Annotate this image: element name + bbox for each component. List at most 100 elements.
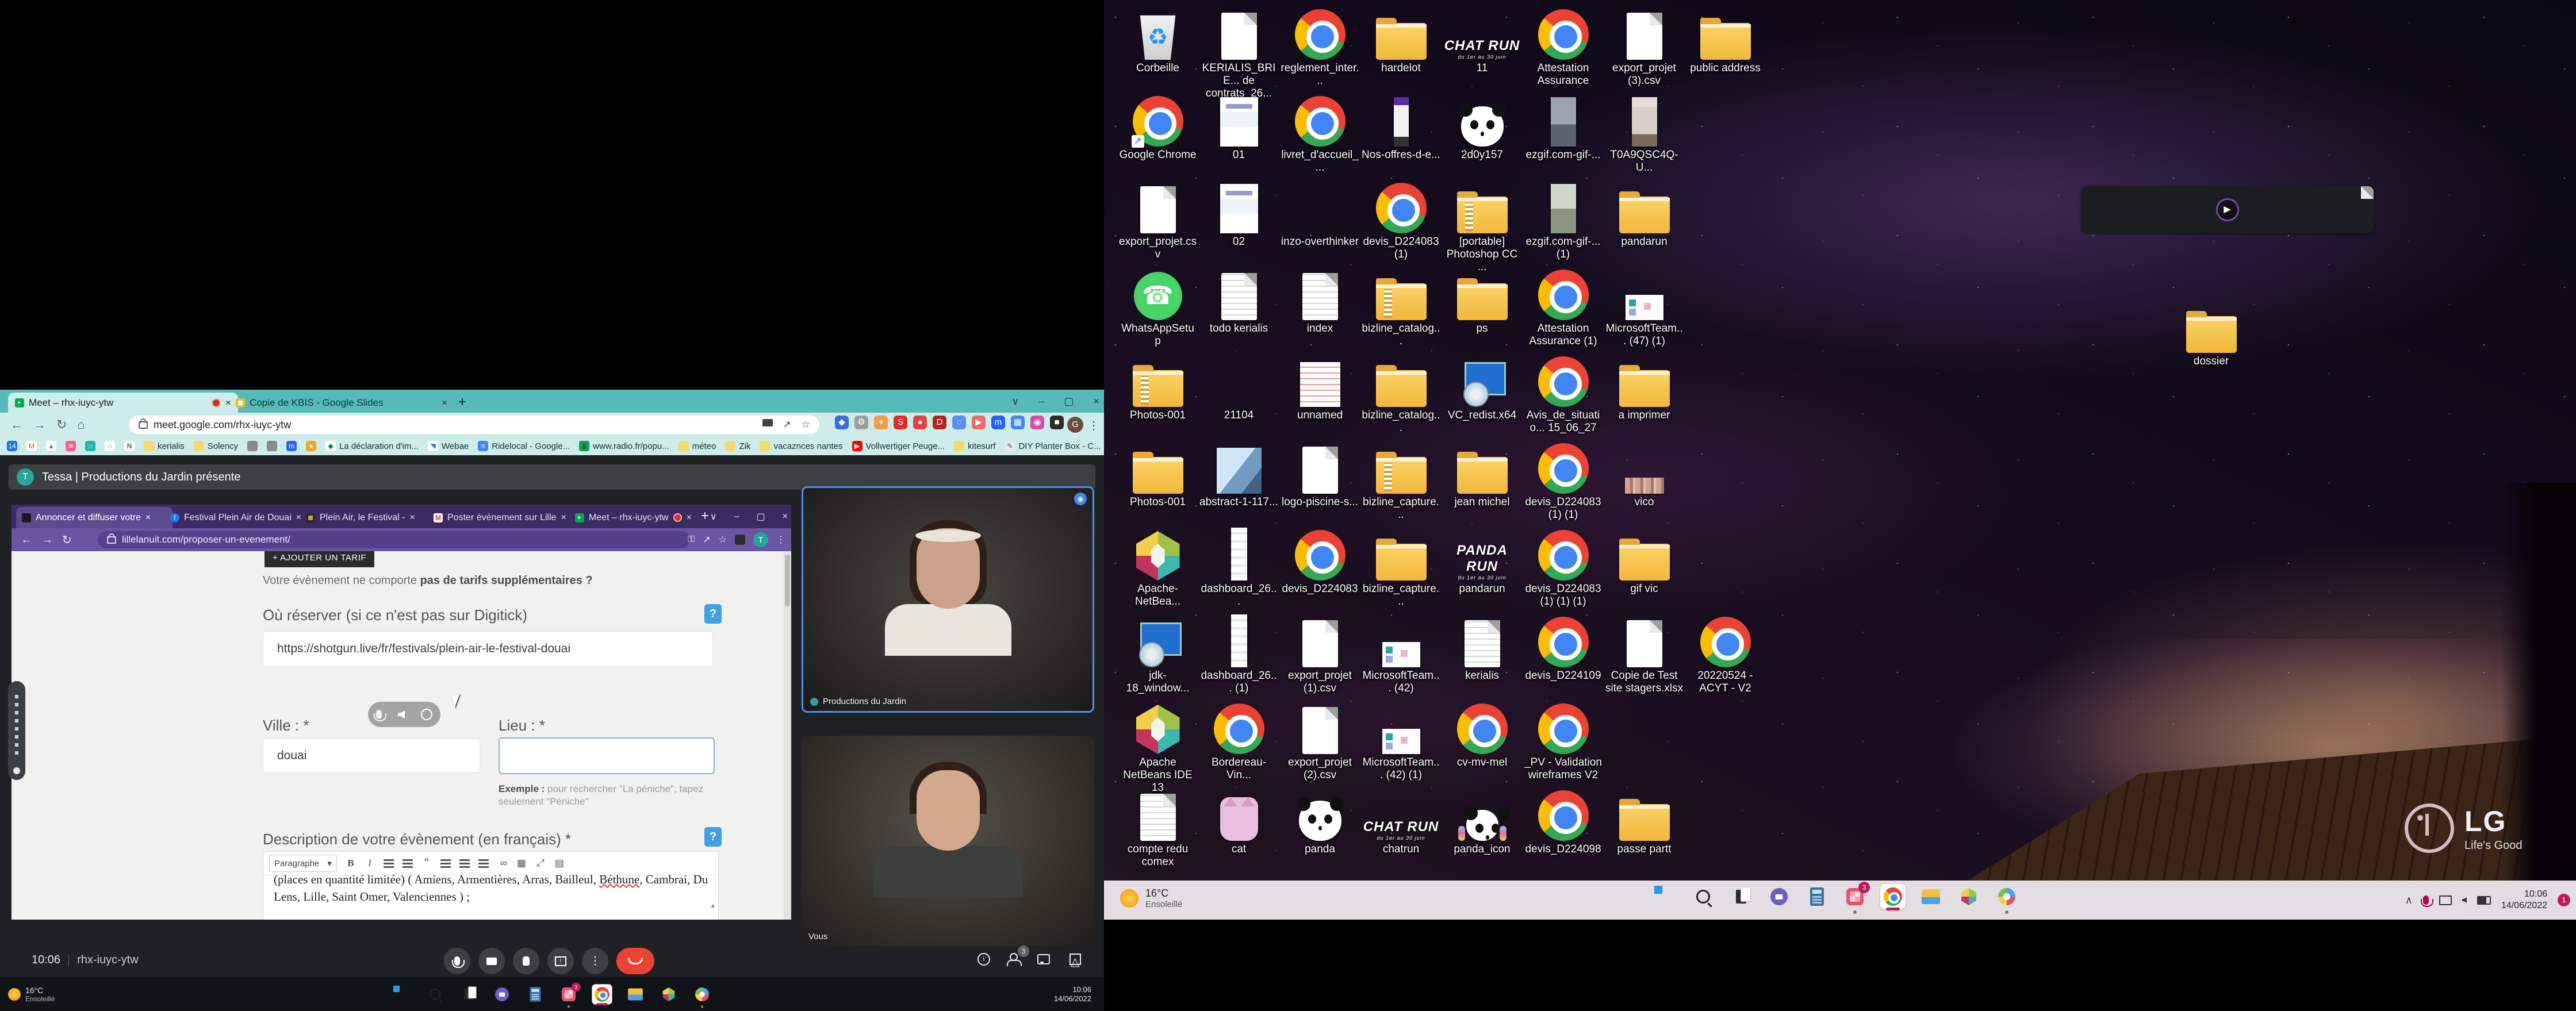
end-call-button[interactable]	[616, 948, 654, 974]
desktop-icon[interactable]: CHAT RUNdu 1er au 30 juinchatrun	[1360, 787, 1442, 872]
desktop-icon[interactable]: logo-piscine-s...	[1279, 440, 1360, 525]
close-icon[interactable]: ×	[1093, 395, 1099, 408]
battery-icon[interactable]	[2477, 896, 2491, 905]
desktop-icon[interactable]: ▶inzo-overthinker	[1279, 179, 1360, 264]
desktop-icon[interactable]: export_projet.csv	[1117, 179, 1198, 264]
taskbar-chrome-icon[interactable]	[592, 984, 612, 1004]
inner-browser-tab[interactable]: Plein Air, le Festival -×	[300, 507, 436, 528]
taskbar-paint-icon[interactable]	[692, 984, 712, 1004]
tab-close-icon[interactable]: ×	[561, 513, 566, 523]
desktop-icon[interactable]: Apache NetBeans IDE 13	[1117, 700, 1198, 785]
desktop-icon[interactable]: Attestation Assurance (1)	[1523, 266, 1604, 351]
bookmark-item[interactable]: ▶Vollwertiger Peuge...	[852, 441, 945, 451]
bookmark-item[interactable]: N	[124, 441, 135, 451]
quote-button[interactable]: “	[421, 860, 432, 866]
desktop-icon[interactable]: jdk-18_window...	[1117, 613, 1198, 698]
display-icon[interactable]	[2439, 895, 2452, 905]
source-button[interactable]: ▤	[554, 858, 565, 869]
key-icon[interactable]: ⚿	[688, 535, 695, 545]
desktop-icon[interactable]: ♻Corbeille	[1117, 6, 1198, 91]
taskbar-chat-icon[interactable]	[1766, 884, 1792, 909]
link-button[interactable]: ∞	[497, 858, 508, 869]
hidden-icons-chevron[interactable]: ∧	[2405, 894, 2413, 906]
collapsed-side-panel[interactable]	[8, 681, 25, 780]
desktop-icon[interactable]: dashboard_26...	[1198, 526, 1279, 612]
taskbar-calculator-icon[interactable]	[525, 984, 545, 1004]
bookmark-item[interactable]	[247, 441, 258, 451]
desktop-icon[interactable]: ps	[1442, 266, 1523, 351]
tab-close-icon[interactable]: ×	[442, 397, 447, 409]
taskbar-start-icon[interactable]	[392, 984, 412, 1004]
inner-share-icon[interactable]: ↗	[703, 534, 710, 545]
video-tile-presenter[interactable]: ◉ Productions du Jardin	[802, 486, 1094, 713]
tab-close-icon[interactable]: ×	[687, 513, 692, 523]
more-button[interactable]: ⋮	[582, 948, 608, 974]
bookmark-item[interactable]: kitesurf	[954, 441, 995, 451]
desktop-icon[interactable]: export_projet (1).csv	[1279, 613, 1360, 698]
desktop-icon[interactable]: Nos-offres-d-e...	[1360, 93, 1442, 178]
weather-widget[interactable]: 16°CEnsoleillé	[8, 986, 55, 1003]
desktop-icon[interactable]: jean michel	[1442, 440, 1523, 525]
activities-icon[interactable]: △	[1070, 954, 1081, 965]
desktop-icon[interactable]: passe partt	[1604, 787, 1685, 872]
minimize-icon[interactable]: –	[1038, 395, 1044, 408]
menu-chevron-icon[interactable]: ∨	[710, 511, 717, 522]
bookmark-item[interactable]: ◆La déclaration d'im...	[325, 441, 419, 451]
bookmark-item[interactable]: m	[286, 441, 297, 451]
desktop-icon[interactable]: abstract-1-117...	[1198, 440, 1279, 525]
desktop-icon[interactable]: export_projet (3).csv	[1604, 6, 1685, 91]
desktop-icon[interactable]: bizline_catalog...	[1360, 266, 1442, 351]
where-book-input[interactable]: https://shotgun.live/fr/festivals/plein-…	[263, 631, 713, 667]
page-scrollbar[interactable]	[784, 551, 791, 920]
align-left-button[interactable]	[440, 859, 451, 861]
bold-button[interactable]: B	[346, 858, 356, 869]
chat-icon[interactable]	[1037, 954, 1050, 964]
bookmark-item[interactable]: ∩	[105, 441, 115, 451]
desktop-icon[interactable]: MicrosoftTeam... (42)	[1360, 613, 1442, 698]
desktop-icon[interactable]: Avis_de_situatio... 15_06_27	[1523, 353, 1604, 438]
add-tarif-button[interactable]: + AJOUTER UN TARIF	[264, 551, 374, 567]
reload-icon[interactable]: ↻	[56, 417, 67, 432]
raise-hand-button[interactable]	[513, 948, 539, 974]
inner-browser-tab[interactable]: MPoster événement sur Lille×	[428, 507, 577, 528]
align-right-button[interactable]	[478, 859, 489, 861]
bookmark-star-icon[interactable]: ☆	[802, 419, 810, 430]
pin-off-icon[interactable]	[376, 710, 382, 719]
editor-body[interactable]: (places en quantité limitée) ( Amiens, A…	[263, 871, 718, 920]
desktop-icon[interactable]: livret_d'accueil_...	[1279, 93, 1360, 178]
lieu-input[interactable]	[499, 737, 715, 774]
bookmark-item[interactable]: méteo	[678, 441, 716, 451]
profile-avatar[interactable]: G	[1067, 417, 1083, 433]
paragraph-dropdown[interactable]: Paragraphe▾	[269, 855, 337, 872]
share-icon[interactable]: ↗	[783, 419, 791, 430]
desktop-icon[interactable]: vico	[1604, 440, 1685, 525]
tab-close-icon[interactable]: ×	[410, 513, 415, 523]
desktop-icon[interactable]: kerialis	[1442, 613, 1523, 698]
address-bar[interactable]: meet.google.com/rhx-iuyc-ytw ↗ ☆	[129, 416, 819, 434]
bullet-list-button[interactable]	[384, 859, 394, 861]
bookmark-item[interactable]: Solency	[194, 441, 238, 451]
desktop-icon[interactable]: 01	[1198, 93, 1279, 178]
italic-button[interactable]: I	[365, 858, 375, 869]
camera-button[interactable]	[478, 948, 505, 974]
mic-button[interactable]	[444, 948, 470, 974]
people-icon[interactable]: 3	[1010, 952, 1018, 966]
bookmark-item[interactable]: ◌	[85, 441, 95, 451]
browser-tab[interactable]: ▸Meet – rhx-iuyc-ytw×	[8, 393, 238, 413]
desktop-icon[interactable]: panda_icon	[1442, 787, 1523, 872]
present-button[interactable]: ↑	[547, 948, 574, 974]
taskbar-explorer-icon[interactable]	[1918, 884, 1943, 909]
bookmark-item[interactable]: ≋	[66, 441, 76, 451]
desktop-icon[interactable]: Photos-001	[1117, 353, 1198, 438]
back-icon[interactable]: ←	[10, 417, 23, 432]
taskbar-netbeans-icon[interactable]	[658, 984, 678, 1004]
bookmark-item[interactable]	[267, 441, 277, 451]
desktop-icon[interactable]: Bordereau-Vin...	[1198, 700, 1279, 785]
desktop-icon[interactable]: devis_D224083 (1) (1) (1)	[1523, 526, 1604, 612]
browser-tab[interactable]: Copie de KBIS - Google Slides×	[229, 393, 454, 413]
extension-icon[interactable]: ▦	[1011, 416, 1025, 429]
inner-browser-tab[interactable]: fFestival Plein Air de Douai×	[164, 507, 308, 528]
desktop-icon[interactable]: 02	[1198, 179, 1279, 264]
tab-close-icon[interactable]: ×	[145, 513, 151, 523]
bookmark-item[interactable]: ◥Webae	[428, 441, 469, 451]
